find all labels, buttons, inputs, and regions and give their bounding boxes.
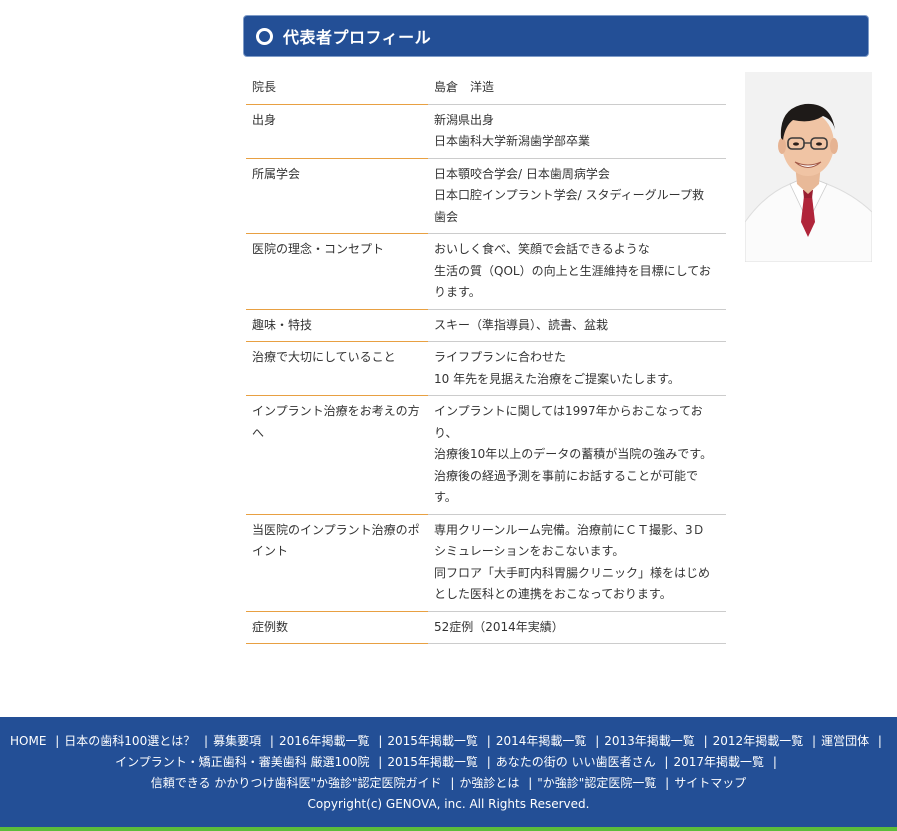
profile-row-label: インプラント治療をお考えの方へ <box>246 401 428 514</box>
doctor-portrait <box>745 72 872 262</box>
profile-row-label: 出身 <box>246 110 428 159</box>
profile-row: 趣味・特技 スキー（準指導員）、読書、盆栽 <box>246 310 726 342</box>
profile-row-label: 所属学会 <box>246 164 428 234</box>
copyright-text: Copyright(c) GENOVA, inc. All Rights Res… <box>307 797 590 811</box>
profile-value-line: 島倉 洋造 <box>434 80 495 94</box>
profile-value-line: 日本歯科大学新潟歯学部卒業 <box>434 134 591 148</box>
profile-row-value: 専用クリーンルーム完備。治療前にＣＴ撮影、3Ｄ シミュレーションをおこないます。同… <box>428 520 726 606</box>
site-footer: HOME | 日本の歯科100選とは？ | 募集要項 | 2016年掲載一覧 | 201… <box>0 717 897 831</box>
profile-value-line: 専用クリーンルーム完備。治療前にＣＴ撮影、3Ｄ <box>434 522 705 537</box>
profile-value-line: 日本口腔インプラント学会/ スタディーグループ救 <box>434 188 704 202</box>
footer-link[interactable]: HOME <box>10 734 46 748</box>
profile-value-line: 生活の質（QOL）の向上と生涯維持を目標にしてお <box>434 263 711 278</box>
profile-value-line: す。 <box>434 490 457 504</box>
footer-link[interactable]: 2013年掲載一覧 <box>604 734 695 748</box>
footer-separator: | <box>378 755 383 769</box>
footer-separator: | <box>450 776 455 790</box>
footer-separator: | <box>269 734 274 748</box>
profile-row-value: 島倉 洋造 <box>428 77 726 99</box>
footer-link[interactable]: 2017年掲載一覧 <box>673 755 764 769</box>
footer-link[interactable]: インプラント・矯正歯科・審美歯科 厳選100院 <box>115 755 369 769</box>
footer-link[interactable]: あなたの街の いい歯医者さん <box>496 755 656 769</box>
footer-separator: | <box>595 734 600 748</box>
page-title: 代表者プロフィール <box>283 28 432 47</box>
footer-separator: | <box>664 755 669 769</box>
footer-link[interactable]: 2014年掲載一覧 <box>496 734 587 748</box>
profile-value-line: おいしく食べ、笑顔で会話できるような <box>434 242 650 256</box>
profile-value-line: ライフプランに合わせた <box>434 350 567 364</box>
footer-link[interactable]: サイトマップ <box>674 776 746 790</box>
profile-row-label: 当医院のインプラント治療のポイント <box>246 520 428 612</box>
profile-row: 所属学会 日本顎咬合学会/ 日本歯周病学会日本口腔インプラント学会/ スタディーグ… <box>246 159 726 234</box>
footer-link[interactable]: 2012年掲載一覧 <box>713 734 804 748</box>
footer-separator: | <box>55 734 60 748</box>
footer-separator: | <box>665 776 670 790</box>
profile-value-line: 歯会 <box>434 209 459 224</box>
profile-row-value: インプラントに関しては1997年からおこなってお り、治療後10年以上のデータの蓄… <box>428 401 726 509</box>
footer-separator: | <box>486 734 491 748</box>
profile-value-line: 治療後の経過予測を事前にお話することが可能で <box>434 468 699 483</box>
footer-separator: | <box>486 755 491 769</box>
profile-row-value: おいしく食べ、笑顔で会話できるような生活の質（QOL）の向上と生涯維持を目標にし… <box>428 239 726 304</box>
profile-row-label: 院長 <box>246 77 428 104</box>
footer-separator: | <box>772 755 777 769</box>
footer-separator: | <box>703 734 708 748</box>
profile-value-line: 同フロア「大手町内科胃腸クリニック」様をはじめ <box>434 565 711 580</box>
footer-separator: | <box>528 776 533 790</box>
profile-value-line: 新潟県出身 <box>434 112 495 127</box>
profile-heading-bar: 代表者プロフィール <box>243 15 869 57</box>
profile-row-value: スキー（準指導員）、読書、盆栽 <box>428 315 726 337</box>
profile-table: 院長 島倉 洋造出身 新潟県出身日本歯科大学新潟歯学部卒業所属学会 日本顎咬合学会/ … <box>246 72 726 644</box>
profile-row: 治療で大切にしていること ライフプランに合わせた 10 年先を見据えた治療をご提案い… <box>246 342 726 396</box>
footer-link[interactable]: 2016年掲載一覧 <box>279 734 370 748</box>
footer-nav: HOME | 日本の歯科100選とは？ | 募集要項 | 2016年掲載一覧 | 201… <box>9 731 889 794</box>
footer-separator: | <box>812 734 817 748</box>
profile-row-label: 趣味・特技 <box>246 315 428 342</box>
profile-row: インプラント治療をお考えの方へ インプラントに関しては1997年からおこなっており… <box>246 396 726 515</box>
profile-value-line: 52症例（2014年実績） <box>434 619 564 634</box>
footer-separator: | <box>204 734 209 748</box>
profile-row-value: 52症例（2014年実績） <box>428 617 726 639</box>
profile-value-line: 日本顎咬合学会/ 日本歯周病学会 <box>434 166 610 181</box>
footer-separator: | <box>877 734 882 748</box>
footer-separator: | <box>378 734 383 748</box>
footer-link[interactable]: か強診とは <box>459 776 519 790</box>
footer-link[interactable]: 募集要項 <box>213 734 261 748</box>
footer-link[interactable]: 信頼できる かかりつけ歯科医"か強診"認定医院ガイド <box>151 776 442 790</box>
footer-link[interactable]: "か強診"認定医院一覧 <box>537 776 656 790</box>
profile-value-line: ります。 <box>434 285 481 299</box>
footer-link[interactable]: 日本の歯科100選とは？ <box>64 734 195 748</box>
profile-value-line: スキー（準指導員）、読書、盆栽 <box>434 317 609 332</box>
profile-row: 出身 新潟県出身日本歯科大学新潟歯学部卒業 <box>246 105 726 159</box>
profile-value-line: り、 <box>434 425 458 440</box>
footer-link[interactable]: 2015年掲載一覧 <box>387 734 478 748</box>
profile-row: 院長 島倉 洋造 <box>246 72 726 105</box>
profile-value-line: シミュレーションをおこないます。 <box>434 544 625 558</box>
profile-row-value: 新潟県出身日本歯科大学新潟歯学部卒業 <box>428 110 726 153</box>
profile-value-line: インプラントに関しては1997年からおこなってお <box>434 404 703 418</box>
profile-row: 当医院のインプラント治療のポイント 専用クリーンルーム完備。治療前にＣＴ撮影、3Ｄ… <box>246 515 726 612</box>
profile-row-label: 治療で大切にしていること <box>246 347 428 396</box>
profile-row-value: ライフプランに合わせた 10 年先を見据えた治療をご提案いたします。 <box>428 347 726 390</box>
profile-value-line: 治療後10年以上のデータの蓄積が当院の強みです。 <box>434 447 713 461</box>
footer-link[interactable]: 2015年掲載一覧 <box>387 755 478 769</box>
footer-link[interactable]: 運営団体 <box>821 734 869 748</box>
profile-row: 医院の理念・コンセプト おいしく食べ、笑顔で会話できるような生活の質（QOL）の向… <box>246 234 726 310</box>
profile-row-label: 症例数 <box>246 617 428 644</box>
profile-value-line: とした医科との連携をおこなっております。 <box>434 587 672 601</box>
profile-row-value: 日本顎咬合学会/ 日本歯周病学会日本口腔インプラント学会/ スタディーグループ救… <box>428 164 726 229</box>
profile-value-line: 10 年先を見据えた治療をご提案いたします。 <box>434 371 680 386</box>
profile-row-label: 医院の理念・コンセプト <box>246 239 428 309</box>
circle-bullet-icon <box>256 27 273 45</box>
profile-row: 症例数 52症例（2014年実績） <box>246 612 726 644</box>
